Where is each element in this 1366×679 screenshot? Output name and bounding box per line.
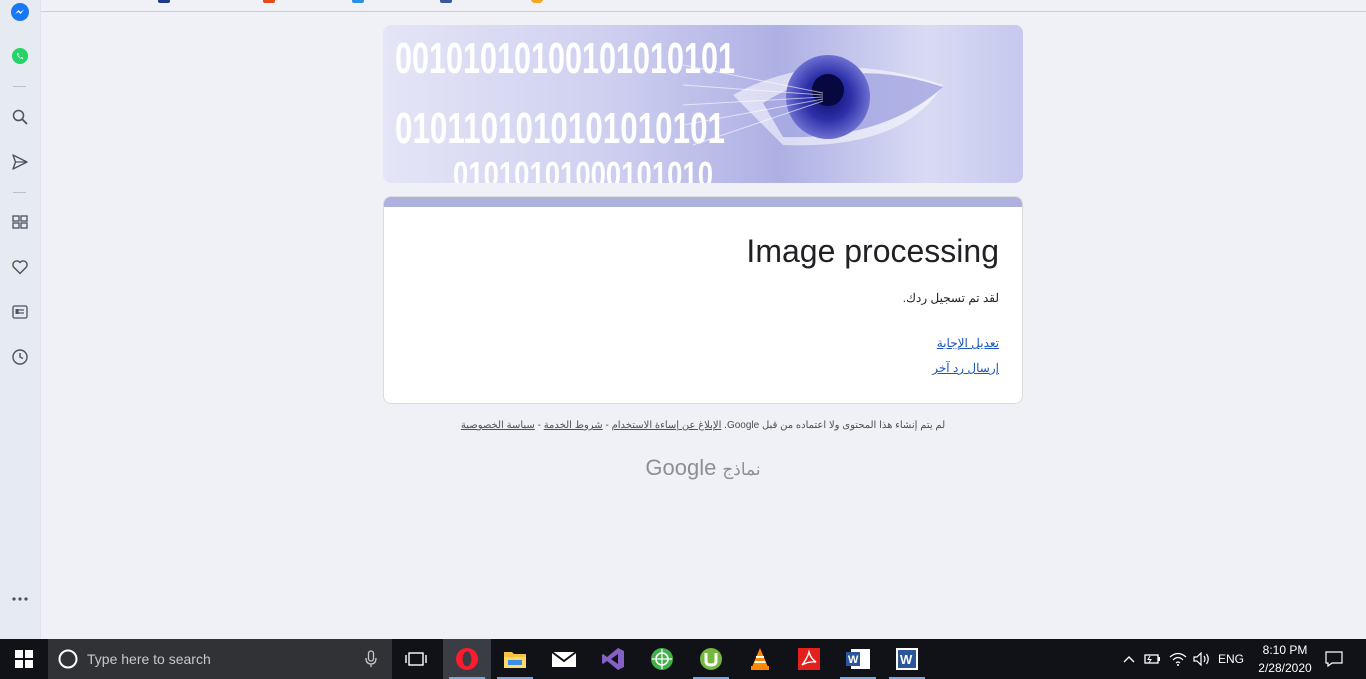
disclaimer-text: لم يتم إنشاء هذا المحتوى ولا اعتماده من … bbox=[724, 420, 946, 431]
heart-icon[interactable] bbox=[8, 255, 32, 279]
privacy-link[interactable]: سياسة الخصوصية bbox=[461, 420, 535, 431]
start-button[interactable] bbox=[0, 639, 48, 679]
edit-response-link[interactable]: تعديل الإجابة bbox=[937, 336, 999, 350]
banner-binary-row: 01010101000101010 bbox=[453, 154, 713, 183]
system-clock[interactable]: 8:10 PM 2/28/2020 bbox=[1246, 641, 1324, 677]
acrobat-icon[interactable] bbox=[785, 639, 833, 679]
banner-binary-row: 00101010100101010101 bbox=[395, 34, 735, 83]
windows-taskbar: Type here to search W W ENG 8:10 PM 2/28… bbox=[0, 639, 1366, 679]
wifi-icon[interactable] bbox=[1168, 639, 1188, 679]
bookmarks-bar bbox=[41, 0, 1366, 12]
submit-another-link[interactable]: إرسال رد آخر bbox=[932, 361, 999, 375]
speed-dial-icon[interactable] bbox=[8, 210, 32, 234]
file-explorer-icon[interactable] bbox=[491, 639, 539, 679]
more-icon[interactable] bbox=[8, 587, 32, 611]
google-forms-logo[interactable]: Google نماذج bbox=[383, 455, 1023, 481]
browser-sidebar bbox=[0, 0, 41, 639]
chevron-up-icon[interactable] bbox=[1119, 639, 1139, 679]
bookmark-icon[interactable] bbox=[531, 0, 543, 3]
whatsapp-icon[interactable] bbox=[8, 44, 32, 68]
separator: - bbox=[602, 420, 612, 431]
task-view-icon[interactable] bbox=[392, 639, 440, 679]
sidebar-divider bbox=[13, 192, 26, 193]
report-abuse-link[interactable]: الإبلاغ عن إساءة الاستخدام bbox=[612, 420, 722, 431]
clock-date: 2/28/2020 bbox=[1258, 661, 1312, 675]
messenger-icon[interactable] bbox=[8, 0, 32, 24]
taskbar-search-box[interactable]: Type here to search bbox=[48, 639, 392, 679]
sidebar-divider bbox=[13, 86, 26, 87]
opera-icon[interactable] bbox=[443, 639, 491, 679]
microphone-icon[interactable] bbox=[365, 650, 377, 668]
search-icon[interactable] bbox=[8, 105, 32, 129]
battery-icon[interactable] bbox=[1142, 639, 1162, 679]
bookmark-icon[interactable] bbox=[263, 0, 275, 3]
separator: - bbox=[534, 420, 544, 431]
send-icon[interactable] bbox=[8, 150, 32, 174]
clock-time: 8:10 PM bbox=[1262, 643, 1308, 657]
bookmark-icon[interactable] bbox=[440, 0, 452, 3]
anaconda-icon[interactable] bbox=[638, 639, 686, 679]
word-doc-icon[interactable]: W bbox=[883, 639, 931, 679]
banner-binary-row: 0101101010101010101 bbox=[395, 104, 725, 153]
form-header-image: 00101010100101010101 0101101010101010101… bbox=[383, 25, 1023, 183]
forms-wordmark: نماذج bbox=[722, 460, 761, 479]
volume-icon[interactable] bbox=[1192, 639, 1212, 679]
windows-icon bbox=[15, 650, 33, 668]
disclaimer: لم يتم إنشاء هذا المحتوى ولا اعتماده من … bbox=[383, 420, 1023, 431]
svg-text:W: W bbox=[848, 654, 859, 666]
cortana-icon bbox=[58, 649, 78, 669]
language-indicator[interactable]: ENG bbox=[1216, 639, 1246, 679]
vlc-icon[interactable] bbox=[736, 639, 784, 679]
response-card: Image processing لقد تم تسجيل ردك. تعديل… bbox=[383, 196, 1023, 404]
utorrent-icon[interactable] bbox=[687, 639, 735, 679]
terms-link[interactable]: شروط الخدمة bbox=[544, 420, 603, 431]
news-icon[interactable] bbox=[8, 300, 32, 324]
card-accent-bar bbox=[384, 197, 1022, 207]
mail-icon[interactable] bbox=[540, 639, 588, 679]
notification-icon[interactable] bbox=[1320, 639, 1348, 679]
history-icon[interactable] bbox=[8, 345, 32, 369]
word-icon[interactable]: W bbox=[834, 639, 882, 679]
bookmark-icon[interactable] bbox=[352, 0, 364, 3]
bookmark-icon[interactable] bbox=[158, 0, 170, 3]
search-placeholder: Type here to search bbox=[87, 651, 211, 667]
visual-studio-icon[interactable] bbox=[589, 639, 637, 679]
confirmation-message: لقد تم تسجيل ردك. bbox=[902, 291, 999, 305]
google-wordmark: Google bbox=[645, 455, 717, 480]
svg-text:W: W bbox=[900, 652, 913, 667]
form-title: Image processing bbox=[746, 233, 999, 269]
